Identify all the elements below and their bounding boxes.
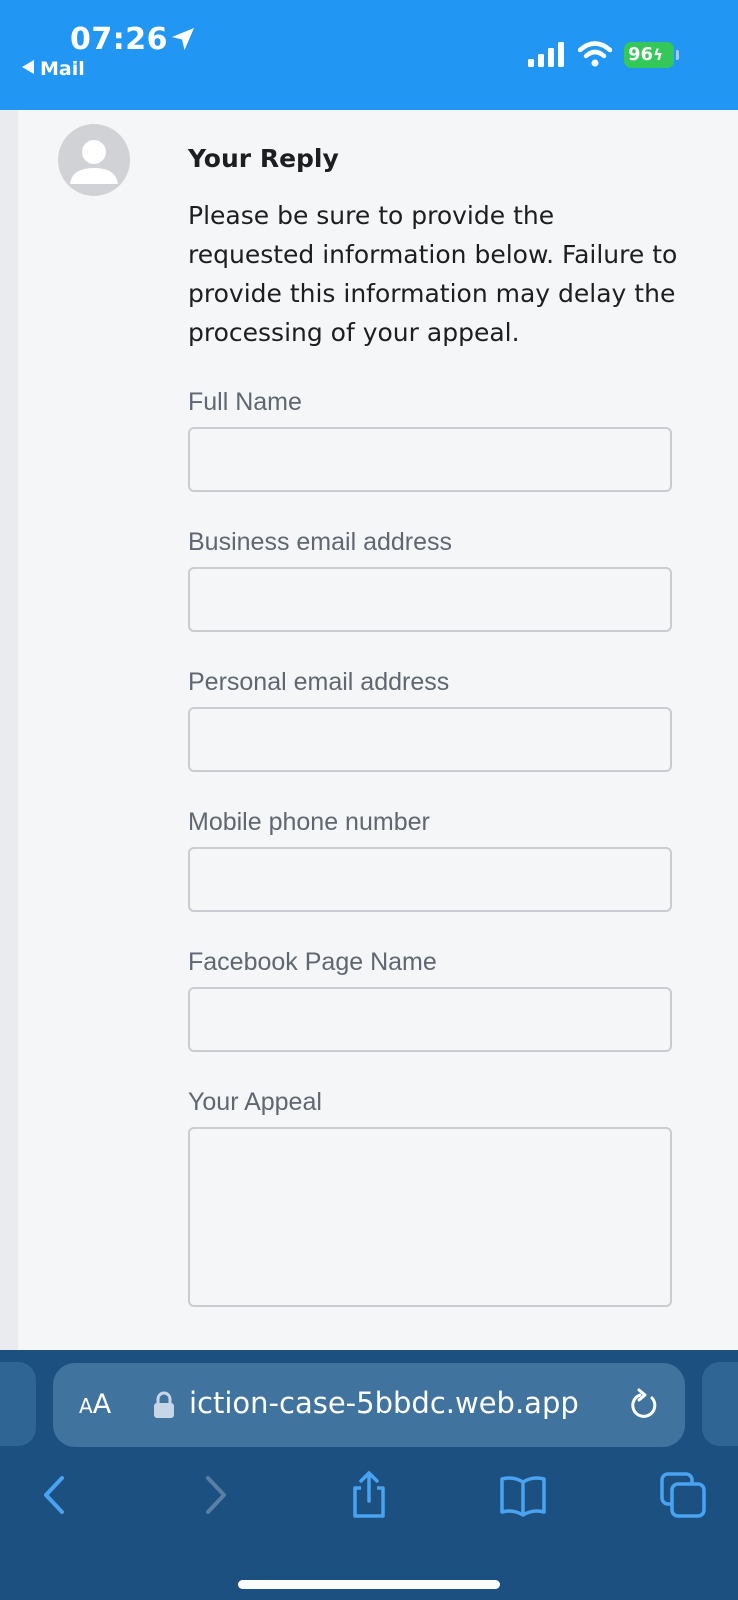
back-icon[interactable] bbox=[30, 1470, 80, 1520]
tabs-icon[interactable] bbox=[658, 1470, 708, 1520]
personal-email-input[interactable] bbox=[188, 707, 672, 772]
next-tab-peek[interactable] bbox=[702, 1362, 738, 1446]
lock-icon bbox=[154, 1391, 174, 1418]
form-heading: Your Reply bbox=[188, 144, 339, 173]
location-arrow-icon bbox=[172, 28, 194, 50]
business-email-input[interactable] bbox=[188, 567, 672, 632]
address-bar[interactable]: AA iction-case-5bbdc.web.app bbox=[53, 1363, 685, 1447]
home-indicator bbox=[238, 1580, 500, 1589]
user-placeholder-icon bbox=[70, 140, 118, 184]
bookmarks-icon[interactable] bbox=[498, 1470, 548, 1520]
back-to-mail-link[interactable]: Mail bbox=[22, 58, 85, 80]
text-size-button[interactable]: AA bbox=[79, 1389, 111, 1420]
previous-tab-peek[interactable] bbox=[0, 1362, 36, 1446]
reply-form-page: Your Reply Please be sure to provide the… bbox=[18, 110, 738, 1350]
reload-icon[interactable] bbox=[627, 1388, 661, 1422]
status-time: 07:26 bbox=[70, 22, 168, 57]
status-bar: 07:26 Mail 96ϟ bbox=[0, 0, 738, 110]
text-size-large-a: A bbox=[92, 1389, 112, 1420]
appeal-label: Your Appeal bbox=[188, 1088, 322, 1116]
signal-icon bbox=[528, 42, 564, 67]
charging-bolt-icon: ϟ bbox=[653, 46, 663, 64]
mobile-phone-input[interactable] bbox=[188, 847, 672, 912]
personal-email-label: Personal email address bbox=[188, 668, 450, 696]
avatar bbox=[58, 124, 130, 196]
form-intro-text: Please be sure to provide the requested … bbox=[188, 201, 678, 347]
full-name-input[interactable] bbox=[188, 427, 672, 492]
battery-charging-icon: 96ϟ bbox=[624, 42, 674, 68]
back-triangle-icon bbox=[22, 60, 34, 74]
mobile-phone-label: Mobile phone number bbox=[188, 808, 430, 836]
facebook-page-name-input[interactable] bbox=[188, 987, 672, 1052]
appeal-textarea[interactable] bbox=[188, 1127, 672, 1307]
share-icon[interactable] bbox=[344, 1470, 394, 1520]
text-size-small-a: A bbox=[79, 1394, 93, 1418]
wifi-icon bbox=[578, 41, 612, 67]
full-name-label: Full Name bbox=[188, 388, 302, 416]
battery-cap bbox=[676, 50, 679, 60]
facebook-page-name-label: Facebook Page Name bbox=[188, 948, 437, 976]
battery-level: 96 bbox=[628, 44, 654, 65]
browser-toolbar: AA iction-case-5bbdc.web.app bbox=[0, 1350, 738, 1600]
back-app-label: Mail bbox=[40, 58, 85, 80]
business-email-label: Business email address bbox=[188, 528, 453, 556]
forward-icon[interactable] bbox=[190, 1470, 240, 1520]
url-text[interactable]: iction-case-5bbdc.web.app bbox=[189, 1386, 579, 1420]
